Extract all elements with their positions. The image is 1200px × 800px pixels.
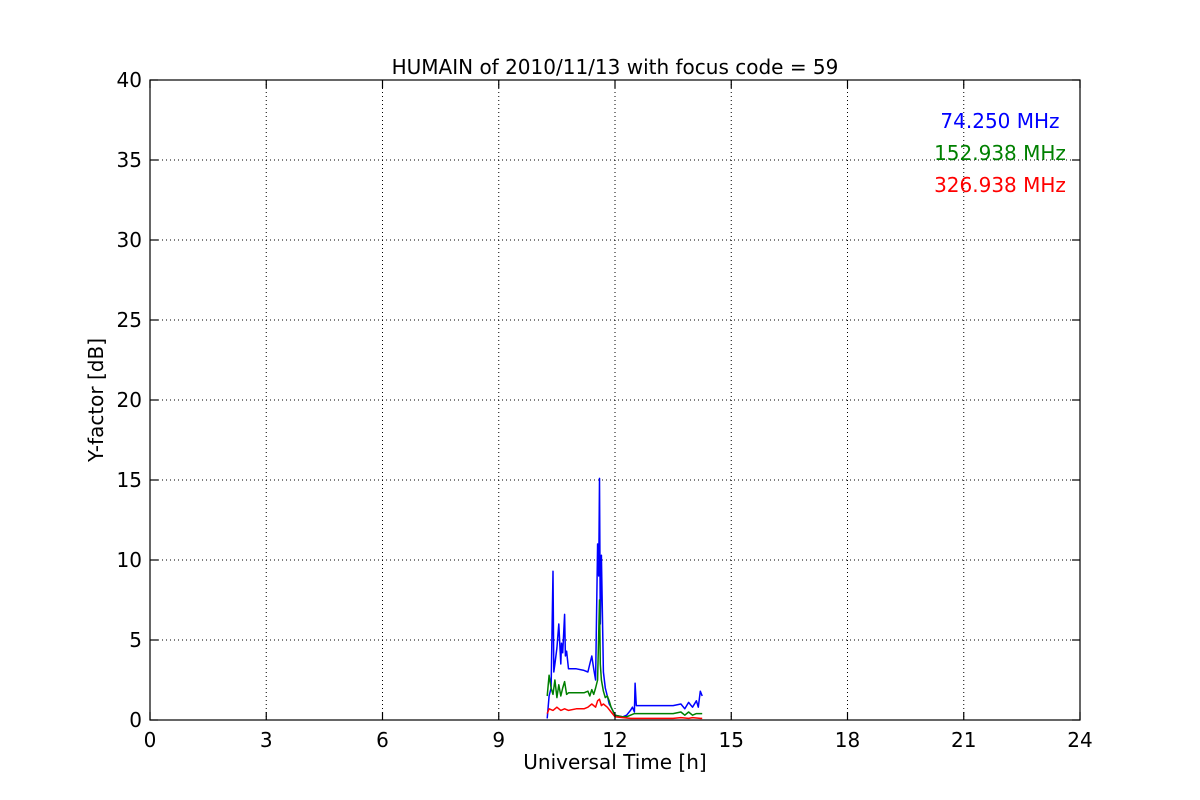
legend: 74.250 MHz 152.938 MHz 326.938 MHz <box>934 109 1066 197</box>
x-tick-label: 9 <box>492 728 505 752</box>
x-tick-label: 6 <box>376 728 389 752</box>
legend-entry-0: 74.250 MHz <box>940 109 1059 133</box>
chart: HUMAIN of 2010/11/13 with focus code = 5… <box>0 0 1200 800</box>
x-tick-label: 3 <box>260 728 273 752</box>
legend-entry-1: 152.938 MHz <box>934 141 1066 165</box>
x-tick-label: 15 <box>719 728 744 752</box>
y-tick-label: 5 <box>129 628 142 652</box>
y-tick-label: 40 <box>117 68 142 92</box>
x-tick-label: 12 <box>602 728 627 752</box>
y-tick-label: 25 <box>117 308 142 332</box>
x-tick-label: 21 <box>951 728 976 752</box>
x-tick-label: 24 <box>1067 728 1092 752</box>
y-tick-label: 30 <box>117 228 142 252</box>
y-tick-label: 35 <box>117 148 142 172</box>
y-tick-label: 15 <box>117 468 142 492</box>
x-axis-label: Universal Time [h] <box>523 750 706 774</box>
x-tick-label: 18 <box>835 728 860 752</box>
y-tick-label: 10 <box>117 548 142 572</box>
y-axis-label: Y-factor [dB] <box>84 338 108 463</box>
y-tick-label: 20 <box>117 388 142 412</box>
chart-title: HUMAIN of 2010/11/13 with focus code = 5… <box>392 55 839 79</box>
legend-entry-2: 326.938 MHz <box>934 173 1066 197</box>
y-tick-label: 0 <box>129 708 142 732</box>
x-tick-label: 0 <box>144 728 157 752</box>
